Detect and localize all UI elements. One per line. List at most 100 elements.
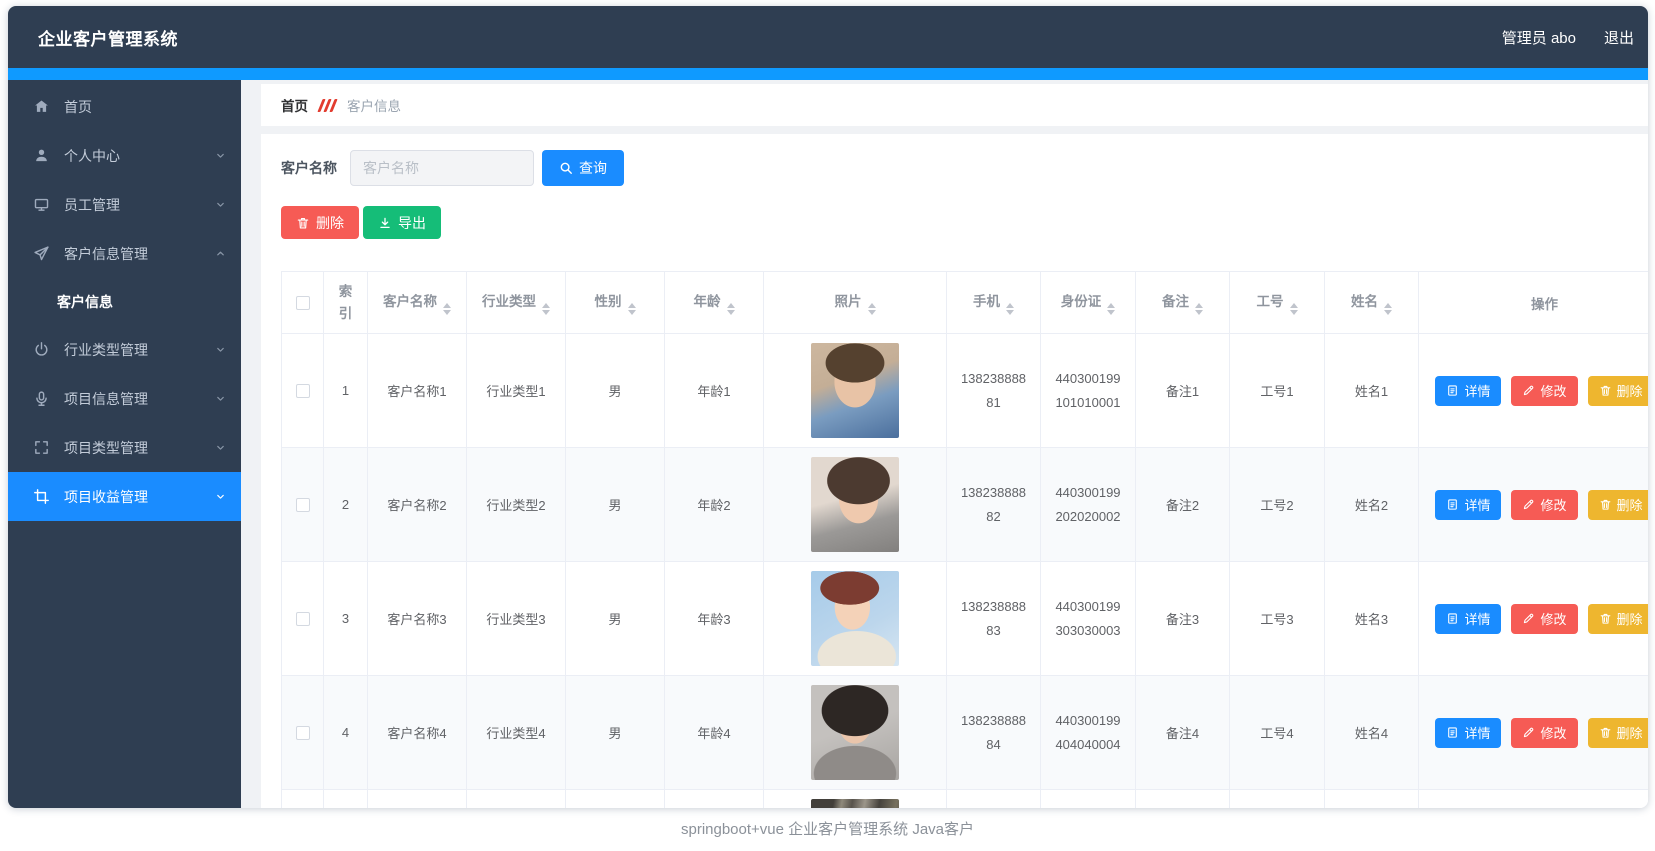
edit-button[interactable]: 修改: [1511, 375, 1578, 406]
cell-work-no: 工号2: [1260, 498, 1294, 513]
sidebar-item-label: 项目类型管理: [64, 439, 148, 456]
customer-photo: [811, 799, 899, 808]
app-title: 企业客户管理系统: [38, 29, 178, 49]
row-delete-button[interactable]: 删除: [1587, 717, 1648, 748]
select-all-checkbox[interactable]: [295, 295, 310, 310]
column-header-10[interactable]: 姓名: [1324, 271, 1419, 334]
column-label: 身份证: [1060, 294, 1102, 309]
sort-caret-icon[interactable]: [726, 303, 735, 315]
column-header-2[interactable]: 行业类型: [466, 271, 566, 334]
column-header-6[interactable]: 手机: [946, 271, 1041, 334]
column-label: 姓名: [1351, 294, 1378, 309]
trash-icon: [1599, 384, 1612, 397]
sidebar-item-3[interactable]: 客户信息管理: [8, 229, 241, 278]
edit-icon: [1522, 726, 1535, 739]
customer-name-input[interactable]: [350, 150, 534, 186]
cell-remark: 备注3: [1165, 612, 1200, 627]
column-header-7[interactable]: 身份证: [1040, 271, 1136, 334]
trash-icon: [296, 216, 310, 230]
row-checkbox[interactable]: [295, 497, 310, 512]
topbar-right: 管理员 abo 退出: [1502, 27, 1634, 48]
cell-index: 4: [341, 725, 350, 740]
delete-button[interactable]: 删除: [281, 206, 359, 239]
sort-caret-icon[interactable]: [867, 303, 876, 315]
sidebar-item-6[interactable]: 项目信息管理: [8, 374, 241, 423]
table-row: 3 客户名称3 行业类型3 男 年龄3 13823888883 44030019930303…: [281, 561, 1648, 676]
sort-caret-icon[interactable]: [627, 303, 636, 315]
cell-staff-name: 姓名2: [1354, 498, 1389, 513]
row-checkbox[interactable]: [295, 611, 310, 626]
edit-button[interactable]: 修改: [1511, 603, 1578, 634]
column-header-9[interactable]: 工号: [1229, 271, 1325, 334]
row-checkbox[interactable]: [295, 383, 310, 398]
cell-phone: 13823888882: [960, 485, 1027, 524]
row-delete-button[interactable]: 删除: [1587, 375, 1648, 406]
cell-gender: 男: [608, 384, 622, 399]
edit-icon: [1522, 498, 1535, 511]
edit-button[interactable]: 修改: [1511, 489, 1578, 520]
sort-caret-icon[interactable]: [1195, 303, 1203, 315]
chevron-up-icon: [214, 247, 227, 260]
breadcrumb-home[interactable]: 首页: [281, 95, 308, 115]
customer-name-label: 客户名称: [281, 160, 337, 176]
customer-table-wrap: 索引 客户名称 行业类型 性别 年龄 照片 手机 身份证 备注 工号 姓名 操作 1 客户名称1 行业类型…: [281, 271, 1648, 808]
sort-caret-icon[interactable]: [1384, 303, 1392, 315]
logout-link[interactable]: 退出: [1604, 27, 1634, 48]
sort-caret-icon[interactable]: [1107, 303, 1116, 315]
sidebar-item-8[interactable]: 项目收益管理: [8, 472, 241, 521]
sort-caret-icon[interactable]: [1006, 303, 1014, 315]
detail-button[interactable]: 详情: [1435, 717, 1502, 748]
cell-work-no: 工号3: [1260, 612, 1294, 627]
cell-id-card: 440300199101010001: [1055, 371, 1121, 410]
cell-age: 年龄3: [697, 612, 731, 627]
export-button[interactable]: 导出: [363, 206, 441, 239]
column-header-1[interactable]: 客户名称: [367, 271, 467, 334]
cell-gender: 男: [608, 612, 622, 627]
query-button[interactable]: 查询: [542, 150, 624, 186]
paper-plane-icon: [33, 245, 50, 262]
select-all-header: [281, 271, 324, 334]
trash-icon: [1599, 726, 1612, 739]
detail-button[interactable]: 详情: [1435, 603, 1502, 634]
toolbar: 删除 导出: [281, 206, 1648, 239]
cell-work-no: 工号1: [1260, 384, 1294, 399]
row-delete-button[interactable]: 删除: [1587, 603, 1648, 634]
cell-gender: 男: [608, 726, 622, 741]
column-header-5[interactable]: 照片: [763, 271, 947, 334]
sort-caret-icon[interactable]: [443, 303, 451, 315]
row-checkbox[interactable]: [295, 725, 310, 740]
cell-phone: 13823888883: [960, 599, 1027, 638]
cell-gender: 男: [608, 498, 622, 513]
chevron-down-icon: [214, 149, 227, 162]
main-area: 首页 客户信息 客户名称 查询: [241, 80, 1648, 808]
edit-button[interactable]: 修改: [1511, 717, 1578, 748]
breadcrumb-current: 客户信息: [347, 99, 401, 114]
cell-customer-name: 客户名称1: [387, 384, 447, 399]
sidebar-item-0[interactable]: 首页: [8, 82, 241, 131]
sidebar-item-7[interactable]: 项目类型管理: [8, 423, 241, 472]
sidebar-item-2[interactable]: 员工管理: [8, 180, 241, 229]
sidebar-subitem-4[interactable]: 客户信息: [8, 278, 241, 325]
app-window: 企业客户管理系统 管理员 abo 退出 首页 个人中心 员工管理 客户信息管理 客户信息…: [8, 6, 1648, 808]
table-row: 详情修改删除: [281, 789, 1648, 808]
column-label: 性别: [594, 294, 622, 309]
crop-icon: [33, 488, 50, 505]
cell-id-card: 440300199404040004: [1055, 713, 1121, 752]
cell-staff-name: 姓名3: [1354, 612, 1389, 627]
detail-button[interactable]: 详情: [1435, 489, 1502, 520]
sidebar-item-label: 首页: [64, 98, 92, 115]
column-header-8[interactable]: 备注: [1135, 271, 1230, 334]
row-delete-button[interactable]: 删除: [1587, 489, 1648, 520]
sort-caret-icon[interactable]: [542, 303, 550, 315]
column-header-3[interactable]: 性别: [565, 271, 665, 334]
footer-text: springboot+vue 企业客户管理系统 Java客户: [680, 821, 974, 838]
sidebar-item-1[interactable]: 个人中心: [8, 131, 241, 180]
cell-customer-name: 客户名称2: [387, 498, 447, 513]
sort-caret-icon[interactable]: [1289, 303, 1298, 315]
column-header-11: 操作: [1418, 271, 1648, 334]
edit-icon: [1522, 384, 1535, 397]
column-header-4[interactable]: 年龄: [664, 271, 764, 334]
sidebar-item-label: 项目收益管理: [64, 488, 148, 505]
sidebar-item-5[interactable]: 行业类型管理: [8, 325, 241, 374]
detail-button[interactable]: 详情: [1435, 375, 1502, 406]
